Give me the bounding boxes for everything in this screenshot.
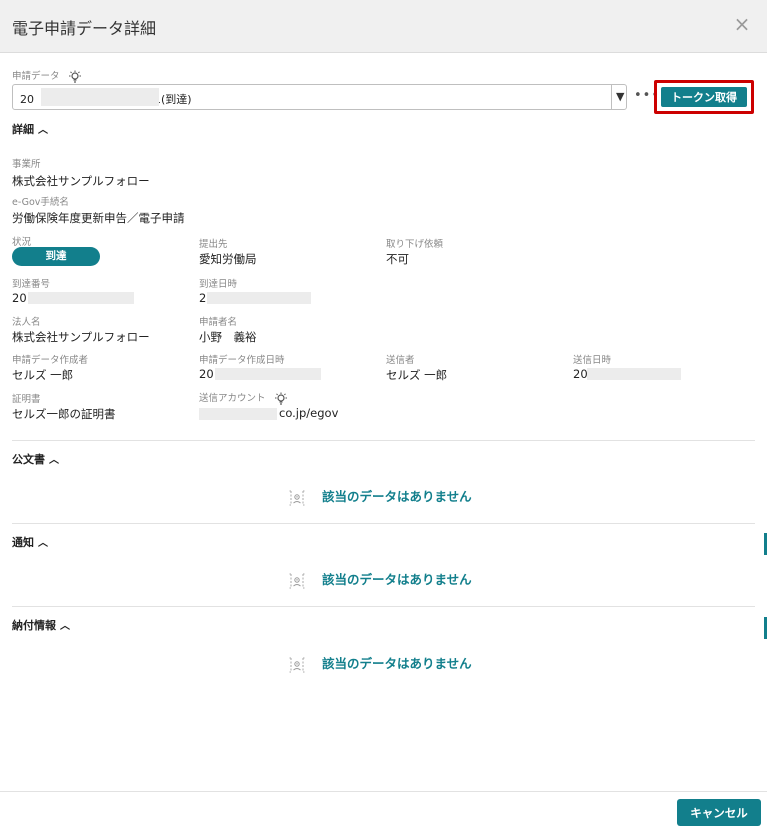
applicant-label: 申請者名 xyxy=(199,317,238,328)
no-data-icon xyxy=(289,657,305,672)
redaction-mask xyxy=(587,368,681,380)
procedure-label: e-Gov手続名 xyxy=(12,197,69,208)
created-at-label: 申請データ作成日時 xyxy=(199,355,285,366)
section-divider xyxy=(12,606,755,607)
redaction-mask xyxy=(215,368,321,380)
lightbulb-icon xyxy=(274,392,287,405)
applicant-value: 小野 義裕 xyxy=(199,330,257,344)
payment-section-toggle[interactable]: 納付情報 ︿ xyxy=(12,617,70,633)
redaction-mask xyxy=(41,88,159,106)
redaction-mask xyxy=(207,292,311,304)
status-label: 状況 xyxy=(12,237,32,248)
sender-value: セルズ 一郎 xyxy=(386,368,448,382)
chevron-up-icon: ︿ xyxy=(49,455,59,466)
redaction-mask xyxy=(28,292,134,304)
arrival-date-value: 2 xyxy=(199,291,207,305)
dropdown-arrow-icon[interactable]: ▼ xyxy=(616,90,624,103)
notices-section-toggle[interactable]: 通知 ︿ xyxy=(12,534,48,550)
official-docs-empty: 該当のデータはありません xyxy=(288,486,472,507)
account-label: 送信アカウント xyxy=(199,390,288,406)
details-section-toggle[interactable]: 詳細 ︿ xyxy=(12,121,48,137)
chevron-up-icon: ︿ xyxy=(38,125,48,136)
procedure-value: 労働保険年度更新申告／電子申請 xyxy=(12,211,185,225)
office-label: 事業所 xyxy=(12,159,41,170)
arrival-number-value: 20 xyxy=(12,291,27,305)
dialog-header: 電子申請データ詳細 × xyxy=(0,0,767,53)
corporation-value: 株式会社サンプルフォロー xyxy=(12,330,150,344)
corporation-label: 法人名 xyxy=(12,317,41,328)
dialog-title: 電子申請データ詳細 xyxy=(12,19,157,38)
chevron-up-icon: ︿ xyxy=(38,538,48,549)
application-data-label: 申請データ xyxy=(12,68,82,84)
section-divider xyxy=(12,440,755,441)
close-icon[interactable]: × xyxy=(732,14,752,34)
destination-label: 提出先 xyxy=(199,239,228,250)
application-data-select[interactable]: 20 1(到達) ▼ xyxy=(12,84,627,110)
arrival-number-label: 到達番号 xyxy=(12,279,51,290)
no-data-icon xyxy=(289,573,305,588)
section-divider xyxy=(12,523,755,524)
official-docs-section-toggle[interactable]: 公文書 ︿ xyxy=(12,451,59,467)
status-badge: 到達 xyxy=(12,247,100,266)
redaction-mask xyxy=(199,408,277,420)
sent-at-value: 20 xyxy=(573,367,588,381)
office-value: 株式会社サンプルフォロー xyxy=(12,174,150,188)
created-at-value: 20 xyxy=(199,367,214,381)
select-divider xyxy=(611,85,612,109)
payment-empty: 該当のデータはありません xyxy=(288,653,472,674)
destination-value: 愛知労働局 xyxy=(199,252,257,266)
notices-empty: 該当のデータはありません xyxy=(288,569,472,590)
certificate-label: 証明書 xyxy=(12,394,41,405)
get-token-button[interactable]: トークン取得 xyxy=(661,87,747,107)
withdraw-value: 不可 xyxy=(386,252,409,266)
certificate-value: セルズ一郎の証明書 xyxy=(12,407,116,421)
withdraw-label: 取り下げ依頼 xyxy=(386,239,444,250)
footer-divider xyxy=(0,791,767,792)
sender-label: 送信者 xyxy=(386,355,415,366)
sent-at-label: 送信日時 xyxy=(573,355,612,366)
creator-value: セルズ 一郎 xyxy=(12,368,74,382)
no-data-icon xyxy=(289,490,305,505)
lightbulb-icon xyxy=(68,70,81,83)
account-value: co.jp/egov xyxy=(279,406,339,420)
chevron-up-icon: ︿ xyxy=(60,621,70,632)
cancel-button[interactable]: キャンセル xyxy=(677,799,761,826)
arrival-date-label: 到達日時 xyxy=(199,279,238,290)
token-button-highlight: トークン取得 xyxy=(654,80,754,114)
creator-label: 申請データ作成者 xyxy=(12,355,89,366)
